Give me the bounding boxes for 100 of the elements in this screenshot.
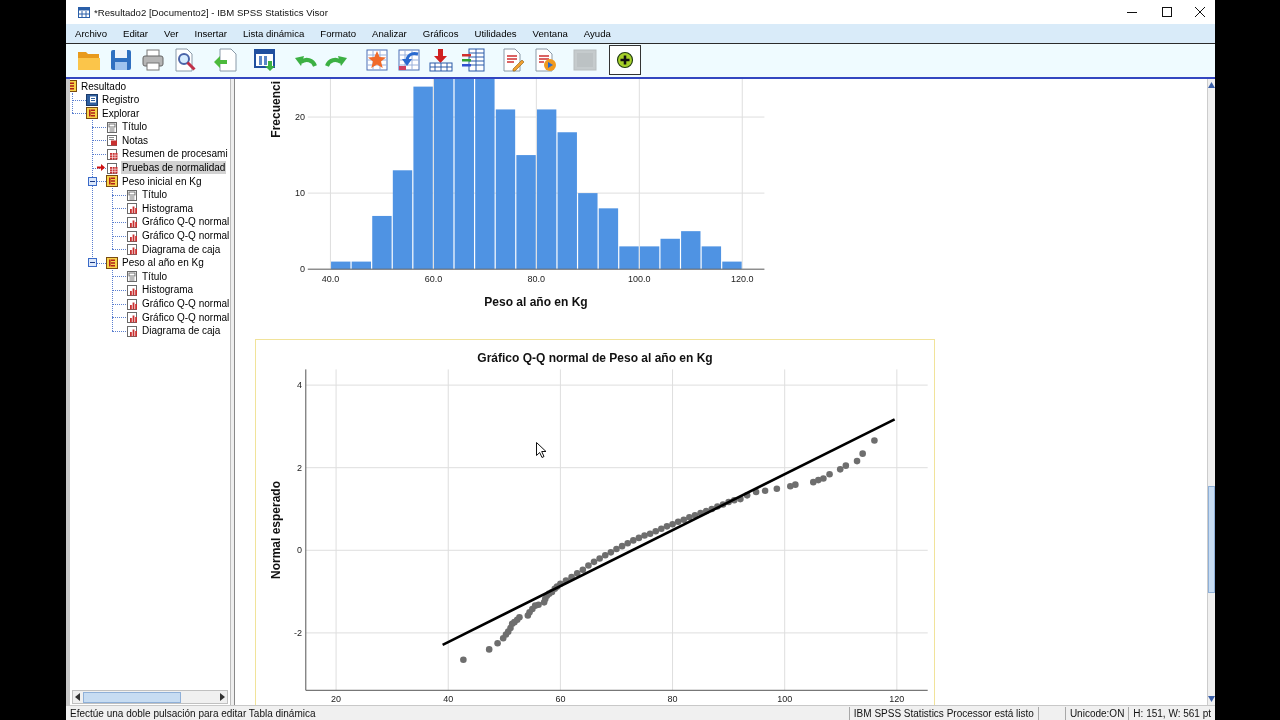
tree-item[interactable]: Notas bbox=[121, 133, 150, 147]
maximize-icon bbox=[1161, 7, 1172, 17]
page-magnifier-icon bbox=[173, 48, 197, 73]
tree-item[interactable]: Gráfico Q-Q normal bbox=[141, 215, 230, 229]
pane-splitter[interactable] bbox=[230, 79, 235, 706]
menu-item[interactable]: Formato bbox=[312, 27, 365, 39]
tree-item[interactable]: Resumen de procesami bbox=[121, 147, 229, 161]
page-arrow-icon bbox=[213, 48, 237, 73]
plus-circle-icon bbox=[616, 51, 634, 70]
table-page-icon bbox=[106, 148, 118, 160]
tree-item[interactable]: Histograma bbox=[141, 201, 195, 215]
menu-item[interactable]: Gráficos bbox=[414, 27, 467, 39]
chart-page-icon bbox=[126, 297, 138, 310]
tick-label: 20 bbox=[331, 694, 342, 705]
tick-label: 40 bbox=[443, 694, 454, 705]
menu-item[interactable]: Analizar bbox=[364, 27, 415, 39]
page-play-icon bbox=[533, 48, 557, 73]
vertical-scrollbar[interactable] bbox=[1207, 79, 1215, 706]
tree-item[interactable]: Título bbox=[141, 188, 168, 202]
list-block-icon bbox=[70, 80, 77, 92]
tree-item[interactable]: Gráfico Q-Q normal bbox=[141, 229, 230, 243]
tick-label: 80 bbox=[667, 694, 678, 705]
tick-label: 100 bbox=[777, 694, 793, 705]
tick-label: 2 bbox=[297, 462, 302, 473]
tree-item[interactable]: Registro bbox=[101, 93, 141, 107]
scroll-up-icon[interactable] bbox=[1208, 82, 1215, 89]
tree-item[interactable]: Gráfico Q-Q normal bbox=[141, 297, 230, 310]
window-title: *Resultado2 [Documento2] - IBM SPSS Statistics Visor bbox=[94, 6, 328, 18]
tick-label: 100.0 bbox=[628, 274, 651, 285]
histogram-bar bbox=[660, 239, 680, 270]
axis-title: Frecuenci bbox=[268, 81, 283, 138]
tree-item[interactable]: Título bbox=[141, 269, 168, 283]
tick-label: 80.0 bbox=[527, 274, 546, 285]
chart-page-icon bbox=[126, 243, 138, 256]
tree-item[interactable]: Diagrama de caja bbox=[141, 242, 222, 256]
list-block-icon bbox=[106, 175, 118, 188]
scrollbar-thumb[interactable] bbox=[83, 691, 181, 703]
list-block-icon bbox=[106, 256, 118, 269]
axis-title: Peso al año en Kg bbox=[484, 295, 588, 310]
mouse-pointer-icon bbox=[536, 442, 546, 459]
menu-item[interactable]: Lista dinámica bbox=[235, 27, 313, 39]
menu-item[interactable]: Archivo bbox=[67, 27, 115, 39]
tick-label: 4 bbox=[297, 380, 302, 391]
scroll-left-icon[interactable] bbox=[75, 693, 81, 702]
menu-item[interactable]: Insertar bbox=[186, 27, 235, 39]
tick-label: 0 bbox=[297, 545, 302, 556]
tick-label: 60 bbox=[555, 694, 566, 705]
tick-label: 0 bbox=[300, 264, 305, 275]
data-point bbox=[460, 656, 467, 664]
title-page-icon bbox=[126, 270, 138, 283]
menu-item[interactable]: Ver bbox=[156, 27, 187, 39]
notes-page-icon bbox=[106, 134, 118, 147]
tree-item[interactable]: Resultado bbox=[80, 79, 128, 93]
tree-item[interactable]: Diagrama de caja bbox=[141, 324, 222, 338]
tick-label: -2 bbox=[294, 628, 302, 639]
menu-item[interactable]: Editar bbox=[115, 27, 157, 39]
tree-item[interactable]: Gráfico Q-Q normal bbox=[141, 310, 230, 324]
tree-item[interactable]: Peso inicial en Kg bbox=[121, 174, 203, 188]
chart-page-icon bbox=[126, 311, 138, 324]
close-icon bbox=[1194, 7, 1205, 17]
minus-box-icon[interactable] bbox=[88, 258, 97, 268]
chart-title: Gráfico Q-Q normal de Peso al año en Kg bbox=[477, 351, 713, 366]
menu-item[interactable]: Utilidades bbox=[466, 27, 525, 39]
tree-item[interactable]: Histograma bbox=[141, 283, 195, 297]
minus-box-icon[interactable] bbox=[88, 176, 97, 186]
axis-title: Normal esperado bbox=[269, 481, 283, 580]
menu-item[interactable]: Ayuda bbox=[575, 27, 619, 39]
chart-page-icon bbox=[126, 283, 138, 296]
table-star-icon bbox=[365, 48, 389, 73]
tree-item[interactable]: Peso al año en Kg bbox=[121, 256, 205, 270]
window-arrow-icon bbox=[253, 48, 277, 73]
square-icon bbox=[573, 48, 597, 73]
tick-label: 10 bbox=[295, 188, 305, 199]
page-pencil-icon bbox=[501, 48, 525, 73]
chart-page-icon bbox=[126, 229, 138, 242]
log-book-icon bbox=[86, 93, 98, 106]
status-text: H: 151, W: 561 pt bbox=[1128, 706, 1215, 720]
tree-item[interactable]: Título bbox=[121, 120, 148, 134]
data-point bbox=[773, 485, 781, 493]
tick-label: 120 bbox=[889, 694, 905, 705]
status-text: IBM SPSS Statistics Processor está listo bbox=[848, 706, 1038, 720]
tick-label: 60.0 bbox=[424, 274, 443, 285]
table-page-icon bbox=[106, 161, 118, 174]
data-point bbox=[871, 437, 878, 444]
list-block-icon bbox=[86, 107, 98, 120]
status-text: Efectúe una doble pulsación para editar Tabla dinámica bbox=[69, 706, 317, 720]
scroll-down-icon[interactable] bbox=[1208, 696, 1215, 703]
chart-page-icon bbox=[126, 202, 138, 215]
chart-page-icon bbox=[126, 324, 138, 337]
printer-icon bbox=[141, 48, 165, 73]
scroll-right-icon[interactable] bbox=[219, 693, 225, 702]
menu-item[interactable]: Ventana bbox=[524, 27, 576, 39]
app-icon bbox=[78, 6, 90, 18]
tree-item[interactable]: Explorar bbox=[101, 106, 141, 120]
scrollbar-thumb[interactable] bbox=[1208, 486, 1215, 594]
title-page-icon bbox=[126, 188, 138, 201]
tree-item[interactable]: Pruebas de normalidad bbox=[121, 161, 227, 175]
toolbar-button[interactable] bbox=[609, 45, 641, 76]
horizontal-scrollbar[interactable] bbox=[72, 690, 228, 705]
chart-page-icon bbox=[126, 215, 138, 228]
